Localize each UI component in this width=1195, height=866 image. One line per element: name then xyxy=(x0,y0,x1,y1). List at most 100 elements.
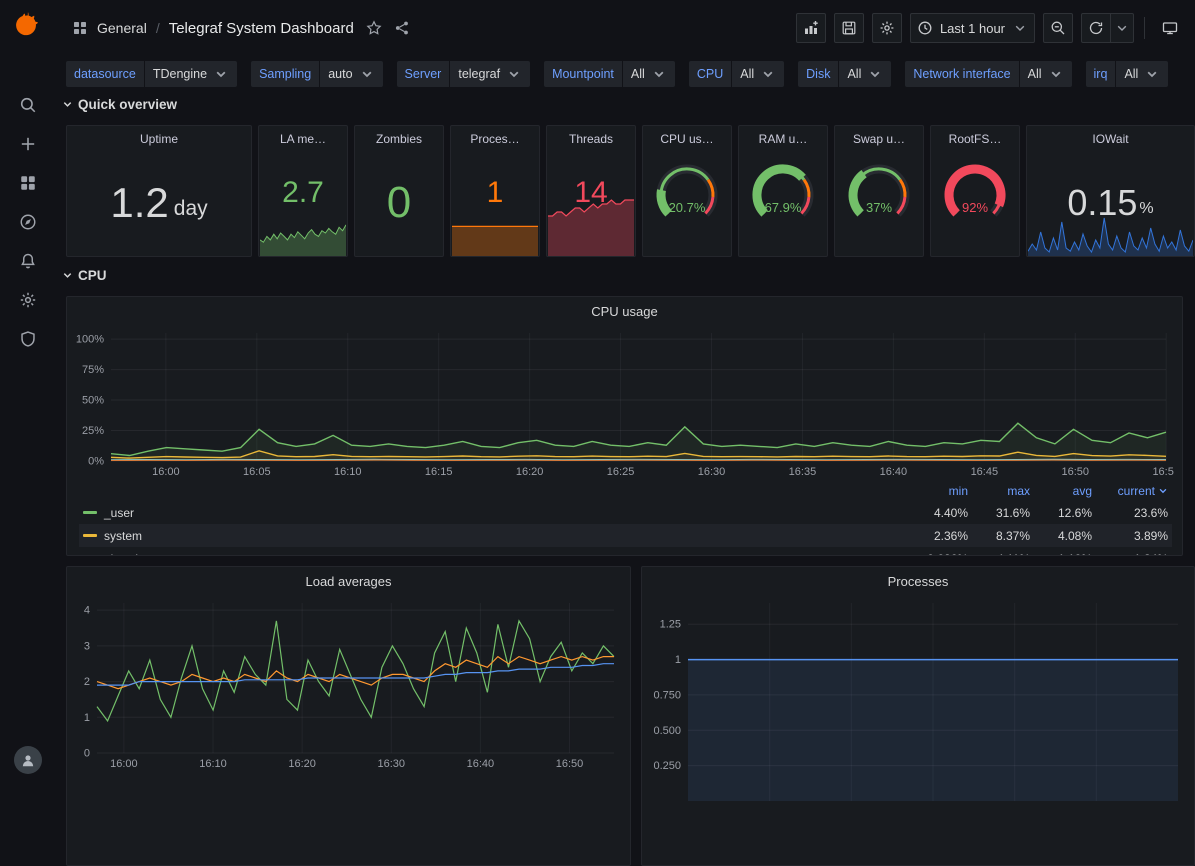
variable-value-dropdown[interactable]: All xyxy=(1116,61,1168,87)
stat-value: 14 xyxy=(547,176,635,210)
toolbar-divider xyxy=(1144,17,1145,39)
configuration-gear-icon[interactable] xyxy=(8,280,48,319)
svg-text:4: 4 xyxy=(84,605,90,617)
variable-value-dropdown[interactable]: All xyxy=(732,61,784,87)
alerting-bell-icon[interactable] xyxy=(8,241,48,280)
legend-sort-current[interactable]: current xyxy=(1092,484,1168,498)
user-avatar[interactable] xyxy=(14,746,42,774)
legend-series-toggle[interactable]: _user xyxy=(83,506,906,520)
gauge: 67.9% xyxy=(739,150,827,256)
section-cpu[interactable]: CPU xyxy=(62,268,107,283)
page-title: Telegraf System Dashboard xyxy=(169,20,354,37)
legend-sort-avg[interactable]: avg xyxy=(1030,484,1092,498)
legend-sort-min[interactable]: min xyxy=(906,484,968,498)
svg-text:16:05: 16:05 xyxy=(243,466,271,478)
svg-text:2: 2 xyxy=(84,676,90,688)
svg-text:16:20: 16:20 xyxy=(516,466,544,478)
variable-value-dropdown[interactable]: All xyxy=(623,61,675,87)
variable-network-interface: Network interface All xyxy=(905,61,1071,87)
dashboards-icon[interactable] xyxy=(8,163,48,202)
section-title: Quick overview xyxy=(78,97,177,112)
svg-text:16:20: 16:20 xyxy=(288,758,316,770)
gauge: 20.7% xyxy=(643,150,731,256)
dashboard-settings-button[interactable] xyxy=(872,13,902,43)
variable-value-dropdown[interactable]: telegraf xyxy=(450,61,530,87)
variable-datasource: datasource TDengine xyxy=(66,61,237,87)
section-chevron-icon xyxy=(62,270,73,281)
panel-title[interactable]: Uptime xyxy=(67,126,251,150)
section-chevron-icon xyxy=(62,99,73,110)
variable-value-dropdown[interactable]: All xyxy=(839,61,891,87)
zoom-out-button[interactable] xyxy=(1043,13,1073,43)
search-icon[interactable] xyxy=(8,85,48,124)
panel-title[interactable]: IOWait xyxy=(1027,126,1194,150)
chevron-down-icon xyxy=(213,66,229,82)
star-dashboard-icon[interactable] xyxy=(366,20,382,36)
add-icon[interactable] xyxy=(8,124,48,163)
cpu-usage-chart[interactable]: 0%25%50%75%100%16:0016:0516:1016:1516:20… xyxy=(75,327,1174,479)
variable-label: CPU xyxy=(689,61,731,87)
panel-title[interactable]: Threads xyxy=(547,126,635,150)
chevron-down-icon xyxy=(359,66,375,82)
sparkline xyxy=(452,222,538,256)
svg-text:16:00: 16:00 xyxy=(152,466,180,478)
grafana-logo[interactable] xyxy=(11,9,45,43)
refresh-interval-caret[interactable] xyxy=(1111,13,1134,43)
variable-label: Mountpoint xyxy=(544,61,622,87)
time-range-picker[interactable]: Last 1 hour xyxy=(910,13,1035,43)
panel-title[interactable]: Processes xyxy=(642,567,1194,589)
stat-value: 1.2day xyxy=(67,150,251,256)
legend-series-toggle[interactable]: _iowait xyxy=(83,552,906,557)
refresh-button[interactable] xyxy=(1081,13,1111,43)
breadcrumb-folder[interactable]: General xyxy=(97,20,147,36)
panel-title[interactable]: RootFS… xyxy=(931,126,1019,150)
save-dashboard-button[interactable] xyxy=(834,13,864,43)
svg-text:20.7%: 20.7% xyxy=(669,200,706,215)
processes-chart[interactable]: 0.2500.5000.75011.25 xyxy=(650,597,1186,807)
svg-text:16:40: 16:40 xyxy=(880,466,908,478)
svg-text:50%: 50% xyxy=(82,395,104,407)
toolbar-actions: Last 1 hour xyxy=(796,13,1185,43)
variable-sampling: Sampling auto xyxy=(251,61,382,87)
svg-text:16:30: 16:30 xyxy=(378,758,406,770)
svg-text:16:35: 16:35 xyxy=(789,466,817,478)
explore-compass-icon[interactable] xyxy=(8,202,48,241)
panel-title[interactable]: Zombies xyxy=(355,126,443,150)
panel-title[interactable]: LA me… xyxy=(259,126,347,150)
gauge: 92% xyxy=(931,150,1019,256)
svg-text:25%: 25% xyxy=(82,425,104,437)
panel-title[interactable]: Load averages xyxy=(67,567,630,589)
chevron-down-icon xyxy=(1158,486,1168,496)
variable-label: datasource xyxy=(66,61,144,87)
cycle-view-tv-icon[interactable] xyxy=(1155,13,1185,43)
stat-value: 2.7 xyxy=(259,176,347,210)
panel-title[interactable]: Proces… xyxy=(451,126,539,150)
panel-title[interactable]: CPU us… xyxy=(643,126,731,150)
svg-text:16:55: 16:55 xyxy=(1152,466,1174,478)
section-quick-overview[interactable]: Quick overview xyxy=(62,97,177,112)
variable-value-dropdown[interactable]: TDengine xyxy=(145,61,237,87)
stat-panel-load-average: LA me… 2.7 xyxy=(258,125,348,257)
svg-text:16:45: 16:45 xyxy=(971,466,999,478)
server-admin-shield-icon[interactable] xyxy=(8,319,48,358)
variable-cpu: CPU All xyxy=(689,61,784,87)
stat-panel-ram-usage-gauge: RAM u… 67.9% xyxy=(738,125,828,257)
legend-row-user: _user 4.40% 31.6% 12.6% 23.6% xyxy=(79,501,1172,524)
chevron-down-icon xyxy=(651,66,667,82)
chevron-down-icon xyxy=(760,66,776,82)
variable-value-dropdown[interactable]: All xyxy=(1020,61,1072,87)
share-dashboard-icon[interactable] xyxy=(394,20,410,36)
legend-series-toggle[interactable]: system xyxy=(83,529,906,543)
add-panel-button[interactable] xyxy=(796,13,826,43)
panel-title[interactable]: CPU usage xyxy=(67,297,1182,319)
stat-panel-zombies: Zombies 0 xyxy=(354,125,444,257)
legend-sort-max[interactable]: max xyxy=(968,484,1030,498)
panel-title[interactable]: Swap u… xyxy=(835,126,923,150)
load-averages-panel: Load averages 0123416:0016:1016:2016:301… xyxy=(66,566,631,866)
variable-value-dropdown[interactable]: auto xyxy=(320,61,382,87)
panel-title[interactable]: RAM u… xyxy=(739,126,827,150)
svg-text:100%: 100% xyxy=(76,334,104,346)
legend-row-iowait: _iowait 0.686% 4.11% 1.10% 1.34% xyxy=(79,547,1172,556)
svg-text:67.9%: 67.9% xyxy=(765,200,802,215)
load-averages-chart[interactable]: 0123416:0016:1016:2016:3016:4016:50 xyxy=(75,597,622,771)
